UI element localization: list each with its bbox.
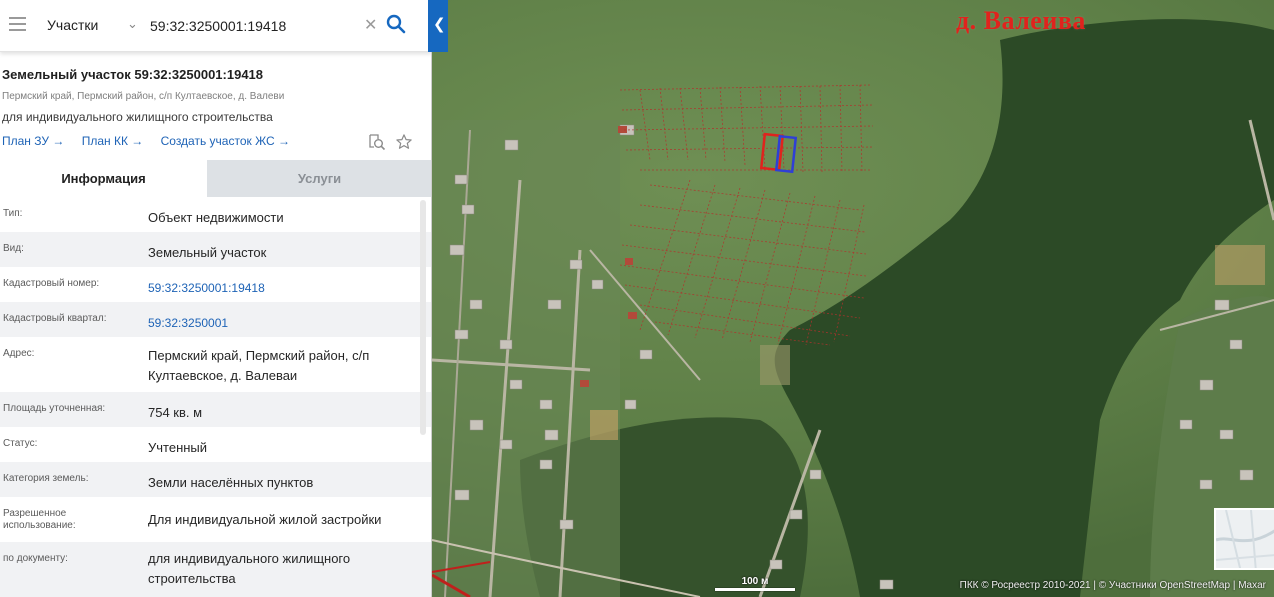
row-value: Пермский край, Пермский район, с/п Култа… xyxy=(148,348,370,383)
info-panel: Участки ⌄ ✕ Земельный участок 59:32:3250… xyxy=(0,0,432,597)
row-label: Площадь уточненная: xyxy=(3,403,106,414)
parcel-purpose: для индивидуального жилищного строительс… xyxy=(2,110,273,124)
attribute-table: Тип: Объект недвижимости Вид: Земельный … xyxy=(0,197,431,597)
tab-information[interactable]: Информация xyxy=(0,160,207,197)
row-value: Земли населённых пунктов xyxy=(148,475,314,490)
scale-label: 100 м xyxy=(741,576,769,587)
cadastral-number-link[interactable]: 59:32:3250001:19418 xyxy=(148,278,418,298)
table-row: Кадастровый номер: 59:32:3250001:19418 xyxy=(0,267,431,302)
row-label: Категория земель: xyxy=(3,473,89,484)
table-row: Кадастровый квартал: 59:32:3250001 xyxy=(0,302,431,337)
row-label: Кадастровый номер: xyxy=(3,278,100,289)
tabs: Информация Услуги xyxy=(0,160,431,197)
chevron-left-icon: ❮ xyxy=(433,16,446,33)
scale-bar xyxy=(715,588,795,591)
chevron-down-icon[interactable]: ⌄ xyxy=(127,16,138,32)
row-label: Адрес: xyxy=(3,348,35,359)
row-value: Земельный участок xyxy=(148,245,267,260)
panel-scrollbar[interactable] xyxy=(420,200,426,435)
search-input[interactable] xyxy=(150,12,355,40)
parcel-links: План ЗУ → План КК → Создать участок ЖС → xyxy=(2,134,304,148)
minimap-toggle[interactable] xyxy=(1214,508,1274,570)
map-scale: 100 м xyxy=(715,576,795,592)
tab-services[interactable]: Услуги xyxy=(207,160,431,197)
search-bar: Участки ⌄ ✕ xyxy=(0,0,431,52)
zoom-to-object-icon[interactable] xyxy=(368,133,386,156)
map-attribution: ПКК © Росреестр 2010-2021 | © Участники … xyxy=(959,580,1266,591)
row-value: для индивидуального жилищного строительс… xyxy=(148,551,351,586)
row-value: Учтенный xyxy=(148,440,208,455)
table-row: Вид: Земельный участок xyxy=(0,232,431,267)
table-row: Адрес: Пермский край, Пермский район, с/… xyxy=(0,337,431,392)
row-value: 754 кв. м xyxy=(148,405,203,420)
row-label: Статус: xyxy=(3,438,38,449)
row-value: Объект недвижимости xyxy=(148,210,284,225)
plan-kk-link[interactable]: План КК → xyxy=(82,134,144,148)
table-row: Разрешенное использование: Для индивидуа… xyxy=(0,497,431,542)
row-label: Разрешенное использование: xyxy=(3,508,76,531)
row-label: Кадастровый квартал: xyxy=(3,313,107,324)
star-icon[interactable] xyxy=(395,133,413,156)
parcel-title: Земельный участок 59:32:3250001:19418 xyxy=(2,67,264,82)
row-label: Вид: xyxy=(3,243,24,254)
minimap-icon xyxy=(1216,510,1274,568)
map-place-label: д. Валеива xyxy=(956,6,1086,35)
row-label: по документу: xyxy=(3,553,68,564)
layer-select[interactable]: Участки xyxy=(47,17,98,33)
row-label: Тип: xyxy=(3,208,23,219)
table-row: Категория земель: Земли населённых пункт… xyxy=(0,462,431,497)
close-icon[interactable]: ✕ xyxy=(364,15,377,35)
collapse-panel-button[interactable]: ❮ xyxy=(428,0,448,52)
table-row: Статус: Учтенный xyxy=(0,427,431,462)
plan-zu-link[interactable]: План ЗУ → xyxy=(2,134,64,148)
table-row: Площадь уточненная: 754 кв. м xyxy=(0,392,431,427)
search-icon[interactable] xyxy=(386,14,406,39)
table-row: по документу: для индивидуального жилищн… xyxy=(0,542,431,597)
table-row: Тип: Объект недвижимости xyxy=(0,197,431,232)
parcel-address: Пермский край, Пермский район, с/п Култа… xyxy=(2,91,285,102)
row-value: Для индивидуальной жилой застройки xyxy=(148,512,382,527)
create-parcel-link[interactable]: Создать участок ЖС → xyxy=(161,134,290,148)
cadastral-quarter-link[interactable]: 59:32:3250001 xyxy=(148,313,418,333)
burger-menu-icon[interactable] xyxy=(9,17,26,33)
